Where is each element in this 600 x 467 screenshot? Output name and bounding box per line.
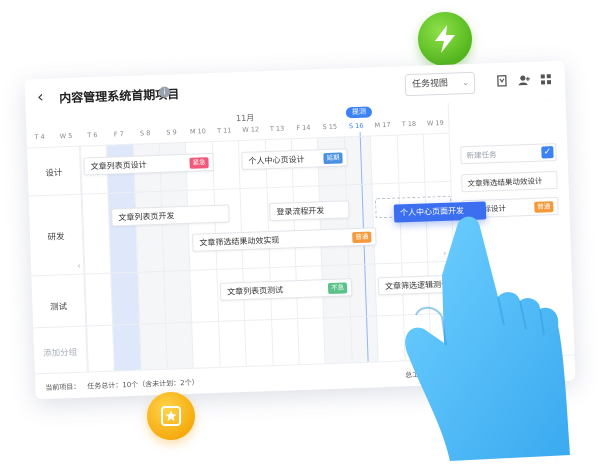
day-label: S 15 [322,122,338,132]
group-test[interactable]: 测试 [32,300,84,314]
view-select[interactable]: 任务视图 ⌄ [404,71,476,97]
star-badge [147,392,195,440]
day-label: S 16 [348,121,364,131]
task-total: 任务总计：10个（含未计划：2个） [87,378,199,391]
lightning-badge [418,12,472,66]
day-label: F 7 [113,130,124,139]
scroll-left-icon[interactable]: ‹ [77,262,81,272]
add-user-icon[interactable] [517,73,531,87]
day-label: T 6 [87,131,98,140]
day-label: M 10 [189,127,206,136]
month-label: 11月 [235,113,255,124]
current-project-label: 当前项目： [45,382,81,392]
today-marker[interactable]: 提测 [345,106,373,119]
star-icon [161,406,181,426]
day-label: T 4 [34,132,45,142]
day-label: S 9 [166,128,177,137]
unplanned-task[interactable]: 文章筛选结果动效设计 [461,170,558,193]
day-label: W 12 [242,125,260,134]
group-design[interactable]: 设计 [28,166,80,180]
check-icon[interactable]: ✓ [541,146,554,159]
low-tag: 不急 [327,282,348,295]
urgent-tag: 紧急 [189,157,209,169]
lightning-icon [435,25,455,53]
day-label: T 13 [269,124,285,133]
day-label: M 17 [374,120,391,130]
day-label: T 11 [216,126,232,135]
task-bar[interactable]: 个人中心页设计 延期 [241,148,348,170]
add-group-button[interactable]: 添加分组 [34,346,86,360]
task-bar[interactable]: 登录流程开发 [269,200,350,222]
chevron-down-icon: ⌄ [462,78,470,88]
day-label: T 18 [401,119,417,129]
group-dev[interactable]: 研发 [30,230,82,244]
day-label: W 5 [59,131,73,141]
day-label: F 14 [296,123,311,133]
day-label: S 8 [139,129,151,138]
day-label: W 19 [426,118,444,128]
normal-tag: 普通 [352,231,372,244]
bookmark-icon[interactable] [495,74,509,88]
grid-icon[interactable] [539,72,553,86]
view-select-value: 任务视图 [411,78,449,90]
delay-tag: 延期 [323,152,343,165]
arrow-left-icon[interactable]: ‹ [37,87,44,106]
new-task-input[interactable]: 新建任务 ✓ [460,143,557,165]
pointing-hand-illustration [405,216,570,461]
group-column [26,145,88,374]
